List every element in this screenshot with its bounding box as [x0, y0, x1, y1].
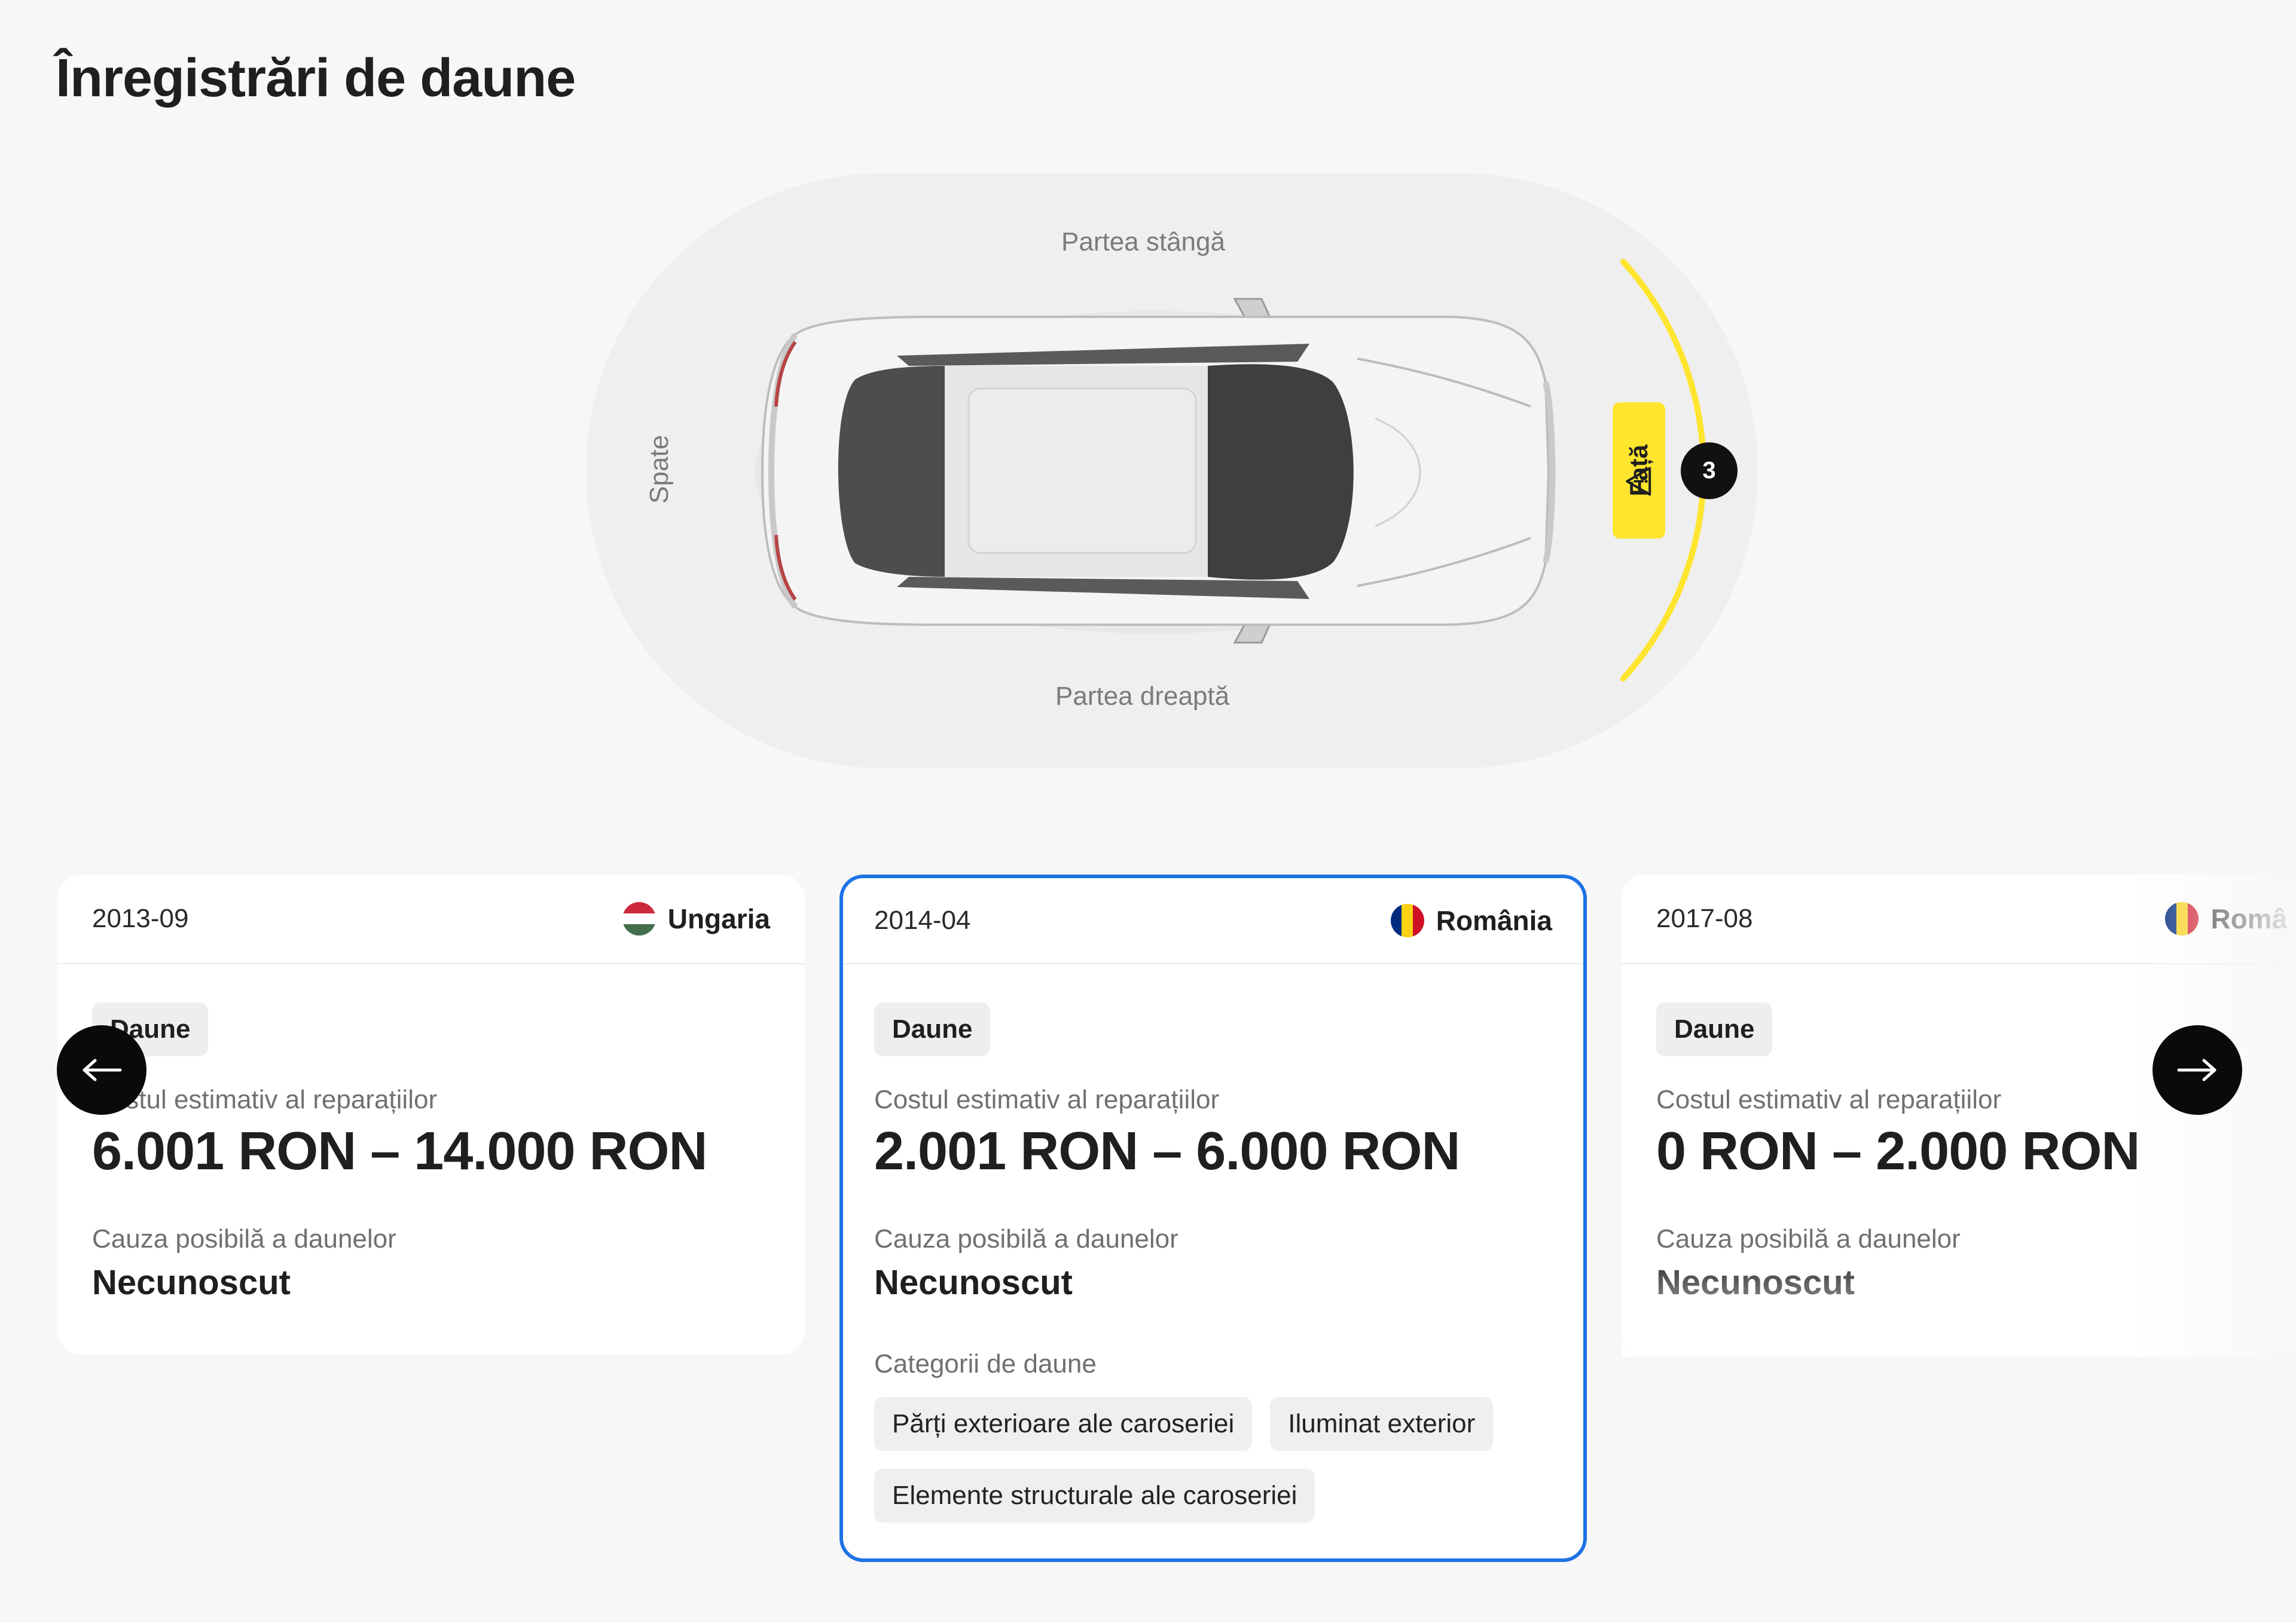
categories-label: Categorii de daune: [874, 1349, 1097, 1379]
cost-label: Costul estimativ al reparațiilor: [92, 1085, 438, 1114]
card-body: Daune Costul estimativ al reparațiilor 0…: [1622, 964, 2296, 1303]
damage-record-card-selected[interactable]: 2014-04 România Daune Costul estimativ a…: [839, 875, 1587, 1562]
category-tag: Elemente structurale ale caroseriei: [874, 1469, 1315, 1523]
country-name: România: [1436, 905, 1552, 936]
arrow-left-icon: [83, 1059, 122, 1081]
cost-value: 2.001 RON – 6.000 RON: [874, 1121, 1461, 1181]
category-tag: Părți exterioare ale caroseriei: [874, 1397, 1253, 1451]
record-country: România: [1390, 904, 1552, 937]
card-body: Daune Costul estimativ al reparațiilor 6…: [57, 964, 805, 1303]
romania-flag-icon: [1390, 904, 1424, 937]
romania-flag-icon: [2165, 902, 2199, 936]
car-damage-diagram: Partea stângă Partea dreaptă Spate Față …: [0, 0, 2296, 789]
label-right-side: Partea dreaptă: [1055, 681, 1230, 711]
category-tag: Iluminat exterior: [1270, 1397, 1494, 1451]
cost-value: 6.001 RON – 14.000 RON: [92, 1121, 708, 1181]
country-name: Româ: [2210, 903, 2288, 934]
cost-value: 0 RON – 2.000 RON: [1656, 1121, 2140, 1181]
cause-value: Necunoscut: [92, 1263, 291, 1302]
card-body: Daune Costul estimativ al reparațiilor 2…: [843, 964, 1583, 1523]
record-country: Româ: [2165, 902, 2287, 936]
hungary-flag-icon: [622, 902, 656, 936]
country-name: Ungaria: [667, 903, 770, 934]
damage-chip: Daune: [1656, 1002, 1773, 1056]
cause-value: Necunoscut: [1656, 1263, 1855, 1302]
card-header: 2014-04 România: [843, 878, 1583, 964]
label-back-side: Spate: [645, 435, 674, 504]
cause-value: Necunoscut: [874, 1263, 1073, 1302]
damage-record-card[interactable]: 2013-09 Ungaria Daune Costul estimativ a…: [57, 875, 805, 1355]
cost-label: Costul estimativ al reparațiilor: [874, 1085, 1220, 1114]
card-header: 2013-09 Ungaria: [57, 875, 805, 964]
carousel-next-button[interactable]: [2152, 1025, 2242, 1115]
front-damage-count-badge: 3: [1681, 442, 1738, 499]
damage-records-page: Înregistrări de daune Partea stângă Part…: [0, 0, 2296, 1623]
record-date: 2013-09: [92, 904, 189, 933]
damage-chip: Daune: [874, 1002, 991, 1056]
record-date: 2014-04: [874, 906, 971, 935]
warning-icon: [1625, 467, 1651, 496]
label-left-side: Partea stângă: [1061, 227, 1225, 256]
cause-label: Cauza posibilă a daunelor: [92, 1224, 396, 1254]
record-date: 2017-08: [1656, 904, 1753, 933]
car-top-view: [755, 298, 1556, 644]
card-header: 2017-08 Româ: [1622, 875, 2296, 964]
arrow-right-icon: [2177, 1059, 2216, 1081]
carousel-prev-button[interactable]: [57, 1025, 146, 1115]
record-country: Ungaria: [622, 902, 770, 936]
cause-label: Cauza posibilă a daunelor: [874, 1224, 1178, 1254]
damage-categories: Părți exterioare ale caroseriei Iluminat…: [874, 1397, 1550, 1523]
cause-label: Cauza posibilă a daunelor: [1656, 1224, 1961, 1254]
diagram-graphic: [586, 173, 1758, 768]
front-zone-tag[interactable]: Față: [1613, 402, 1665, 539]
